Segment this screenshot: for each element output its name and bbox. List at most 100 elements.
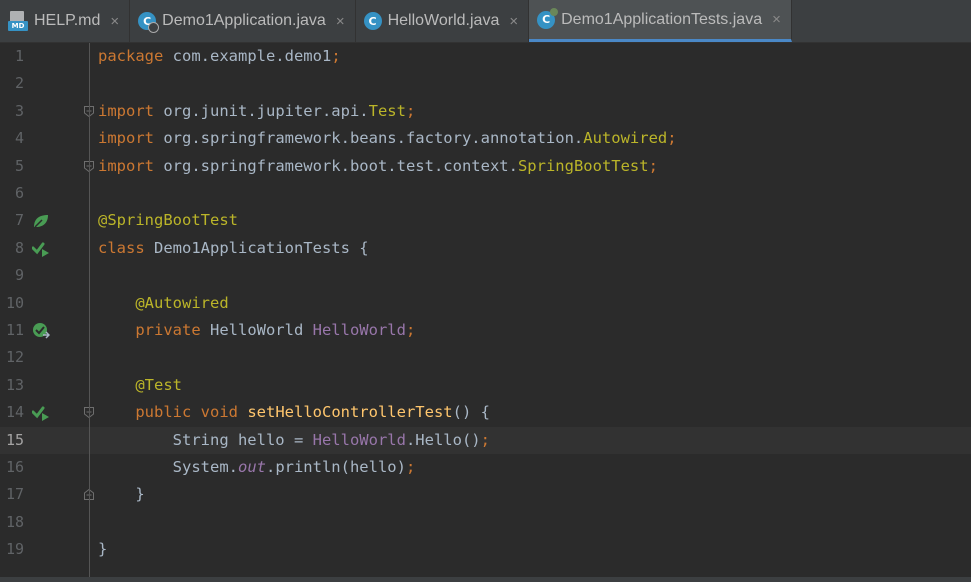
code-line[interactable]: 7 @SpringBootTest (0, 207, 971, 234)
code-line[interactable]: 17 } (0, 481, 971, 508)
code-line[interactable]: 11 private HelloWorld HelloWorld; (0, 317, 971, 344)
tab-demo1application[interactable]: C Demo1Application.java × (130, 0, 356, 42)
spring-boot-class-icon: C (138, 12, 160, 33)
code-text[interactable]: import org.springframework.beans.factory… (98, 125, 677, 152)
line-number[interactable]: 19 (0, 536, 24, 563)
code-token: SpringBootTest (517, 156, 649, 175)
code-token: @Autowired (135, 293, 229, 312)
code-token: ; (405, 321, 416, 339)
code-line[interactable]: 10 @Autowired (0, 290, 971, 317)
code-line[interactable]: 6 (0, 180, 971, 207)
code-token: Test (368, 101, 406, 120)
code-line[interactable]: 15 String hello = HelloWorld.Hello(); (0, 426, 971, 454)
tab-label: Demo1Application.java (162, 12, 326, 29)
run-test-icon[interactable] (32, 240, 50, 258)
line-number[interactable]: 4 (0, 125, 24, 152)
code-line[interactable]: 14 public void setHelloControllerTest() … (0, 399, 971, 426)
code-text[interactable]: } (98, 536, 107, 563)
code-token: org.springframework.boot.test.context. (154, 156, 518, 175)
code-text[interactable]: @Test (98, 372, 182, 399)
code-token: Demo1ApplicationTests { (144, 238, 369, 257)
code-text[interactable]: String hello = HelloWorld.Hello(); (98, 427, 490, 454)
code-text[interactable]: @SpringBootTest (98, 207, 238, 234)
line-number[interactable]: 17 (0, 481, 24, 508)
line-number[interactable]: 18 (0, 509, 24, 536)
code-line[interactable]: 4 import org.springframework.beans.factor… (0, 125, 971, 152)
line-number[interactable]: 9 (0, 262, 24, 289)
code-line[interactable]: 18 (0, 509, 971, 536)
code-line[interactable]: 8 class Demo1ApplicationTests { (0, 235, 971, 262)
code-token: HelloWorld (200, 321, 313, 339)
code-token: com.example.demo1 (163, 47, 332, 65)
autowired-navigate-icon[interactable] (32, 322, 50, 340)
tab-label: Demo1ApplicationTests.java (561, 10, 763, 28)
code-token: import (98, 156, 154, 175)
close-icon[interactable]: × (772, 11, 781, 28)
tab-label: HELP.md (34, 12, 101, 29)
code-text[interactable]: } (98, 481, 145, 508)
code-text[interactable]: import org.springframework.boot.test.con… (98, 153, 658, 180)
code-token: } (98, 485, 145, 504)
line-number[interactable]: 6 (0, 180, 24, 207)
tab-demo1applicationtests[interactable]: C Demo1ApplicationTests.java × (529, 0, 792, 42)
close-icon[interactable]: × (110, 13, 119, 30)
code-token: System. (98, 458, 238, 476)
line-number[interactable]: 13 (0, 372, 24, 399)
line-number[interactable]: 12 (0, 344, 24, 371)
code-token: () { (452, 403, 490, 422)
line-number[interactable]: 14 (0, 399, 24, 426)
horizontal-scrollbar[interactable] (0, 577, 971, 582)
code-line[interactable]: 13 @Test (0, 372, 971, 399)
line-number[interactable]: 16 (0, 454, 24, 481)
line-number[interactable]: 15 (0, 427, 24, 454)
code-text[interactable]: System.out.println(hello); (98, 454, 416, 481)
line-number[interactable]: 5 (0, 153, 24, 180)
code-text[interactable]: @Autowired (98, 290, 229, 317)
code-text[interactable]: import org.junit.jupiter.api.Test; (98, 98, 415, 125)
code-token: HelloWorld (312, 430, 406, 449)
code-token: ; (480, 430, 490, 449)
code-text[interactable]: private HelloWorld HelloWorld; (98, 317, 415, 344)
line-number[interactable]: 11 (0, 317, 24, 344)
line-number[interactable]: 7 (0, 207, 24, 234)
code-token: ; (648, 156, 658, 175)
close-icon[interactable]: × (336, 13, 345, 30)
line-number[interactable]: 10 (0, 290, 24, 317)
code-line[interactable]: 1 package com.example.demo1; (0, 43, 971, 70)
code-line[interactable]: 5 import org.springframework.boot.test.co… (0, 153, 971, 180)
code-token: Autowired (583, 129, 668, 148)
code-text[interactable]: package com.example.demo1; (98, 43, 341, 70)
code-token: org.junit.jupiter.api. (154, 101, 369, 120)
tab-label: HelloWorld.java (387, 12, 500, 29)
code-text[interactable]: public void setHelloControllerTest() { (98, 399, 490, 426)
close-icon[interactable]: × (509, 13, 518, 30)
code-line[interactable]: 3 import org.junit.jupiter.api.Test; (0, 98, 971, 125)
code-token: import (98, 101, 154, 120)
code-line[interactable]: 2 (0, 70, 971, 97)
code-editor[interactable]: 1 package com.example.demo1; 2 3 import org.… (0, 43, 971, 578)
line-number[interactable]: 2 (0, 70, 24, 97)
line-number[interactable]: 8 (0, 235, 24, 262)
spring-bean-icon[interactable] (32, 212, 50, 230)
line-number[interactable]: 3 (0, 98, 24, 125)
line-number[interactable]: 1 (0, 43, 24, 70)
code-token: String hello = (98, 430, 313, 449)
code-line[interactable]: 12 (0, 344, 971, 371)
code-token: out (237, 458, 266, 476)
code-text[interactable]: class Demo1ApplicationTests { (98, 235, 369, 262)
code-token: .println(hello) (265, 458, 406, 476)
tab-helloworld[interactable]: C HelloWorld.java × (356, 0, 530, 42)
code-token: } (98, 540, 108, 559)
code-line[interactable]: 19} (0, 536, 971, 563)
code-line[interactable]: 16 System.out.println(hello); (0, 454, 971, 481)
run-test-icon[interactable] (32, 404, 50, 422)
code-token: setHelloControllerTest (247, 403, 453, 422)
code-line[interactable]: 9 (0, 262, 971, 289)
code-token: .Hello() (405, 430, 481, 449)
tab-help-md[interactable]: MD HELP.md × (0, 0, 131, 42)
editor-tab-bar: MD HELP.md × C Demo1Application.java × C… (0, 0, 971, 43)
code-token: @Test (135, 375, 182, 394)
